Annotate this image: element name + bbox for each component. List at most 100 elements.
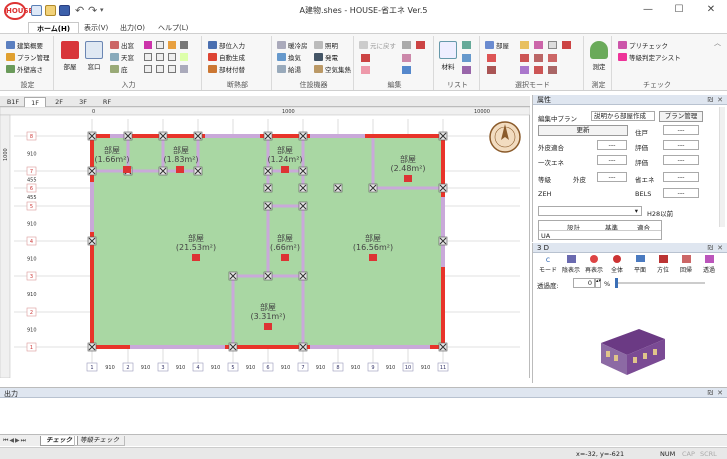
floor-plan-svg[interactable]: 0 1000 10000 1000 部屋 (1.66m²) 部屋 (1.83m²… — [0, 106, 531, 379]
undo-button[interactable]: 元に戻す — [359, 41, 396, 51]
tab-check[interactable]: チェック — [40, 436, 78, 446]
whole-button[interactable]: 全体 — [606, 255, 628, 274]
wall-node-icon[interactable] — [298, 131, 308, 141]
copy-icon[interactable] — [402, 41, 411, 49]
list-icon[interactable] — [462, 66, 471, 74]
select-icon[interactable] — [487, 54, 496, 62]
plan-manage-button[interactable]: プラン管理 — [659, 111, 703, 122]
shade-button[interactable]: 陰表示 — [560, 255, 582, 274]
wall-node-icon[interactable] — [298, 183, 308, 193]
wall-node-icon[interactable] — [263, 166, 273, 176]
eaves-button[interactable]: 庇 — [110, 65, 128, 75]
auto-generate-button[interactable]: 自動生成 — [208, 53, 245, 63]
tool-icon[interactable] — [144, 65, 152, 73]
tool-icon[interactable] — [168, 65, 176, 73]
move-icon[interactable] — [361, 54, 370, 62]
close-icon[interactable]: ✕ — [717, 244, 723, 252]
tool-icon[interactable] — [144, 53, 152, 61]
wall-node-icon[interactable] — [193, 131, 203, 141]
window-button[interactable]: 窓口 — [84, 41, 104, 71]
tool-icon[interactable] — [156, 41, 164, 49]
floor-tab-b1f[interactable]: B1F — [2, 97, 24, 107]
floor-tab-3f[interactable]: 3F — [72, 97, 94, 107]
redraw-button[interactable]: 再表示 — [583, 255, 605, 274]
select-icon[interactable] — [548, 54, 557, 62]
pin-icon[interactable]: ₪ — [708, 244, 714, 252]
wall-node-icon[interactable] — [158, 166, 168, 176]
replace-material-button[interactable]: 部材付替 — [208, 65, 245, 75]
wall-node-icon[interactable] — [87, 131, 97, 141]
hot-water-button[interactable]: 給湯 — [277, 65, 301, 75]
wall-height-button[interactable]: 外壁高さ — [6, 65, 43, 75]
transparency-input[interactable]: 0 — [573, 278, 595, 288]
select-icon[interactable] — [548, 41, 557, 49]
3d-house-model[interactable] — [593, 315, 673, 379]
air-heat-collection-button[interactable]: 空気集熱 — [314, 65, 351, 75]
select-icon[interactable] — [548, 66, 557, 74]
wall-node-icon[interactable] — [333, 183, 343, 193]
wall-node-icon[interactable] — [298, 201, 308, 211]
transparency-slider[interactable] — [615, 282, 705, 284]
wall-node-icon[interactable] — [298, 271, 308, 281]
transparency-spinner[interactable]: ▴▾ — [595, 278, 601, 288]
tool-icon[interactable] — [144, 41, 152, 49]
precheck-button[interactable]: プリチェック — [618, 41, 668, 51]
select-icon[interactable] — [534, 54, 543, 62]
wall-node-icon[interactable] — [298, 166, 308, 176]
wall-node-icon[interactable] — [228, 271, 238, 281]
tab-scroll-arrows[interactable]: ⏮◀▶⏭ — [3, 437, 27, 445]
select-icon[interactable] — [487, 66, 496, 74]
h28-select[interactable]: ▾ — [538, 206, 642, 216]
close-button[interactable]: ✕ — [700, 3, 722, 17]
select-icon[interactable] — [534, 66, 543, 74]
rotate-button[interactable]: 回帰 — [675, 255, 697, 274]
wall-node-icon[interactable] — [438, 183, 448, 193]
wall-node-icon[interactable] — [263, 183, 273, 193]
floor-tab-1f[interactable]: 1F — [24, 97, 46, 107]
floor-plan-canvas[interactable]: 0 1000 10000 1000 部屋 (1.66m²) 部屋 (1.83m²… — [0, 106, 531, 379]
bay-window-button[interactable]: 出窓 — [110, 41, 134, 51]
wall-node-icon[interactable] — [158, 131, 168, 141]
building-summary-button[interactable]: 建築概要 — [6, 41, 43, 51]
list-icon[interactable] — [462, 54, 471, 62]
rotate-icon[interactable] — [402, 54, 411, 62]
tool-icon[interactable] — [168, 53, 176, 61]
wall-node-icon[interactable] — [438, 131, 448, 141]
close-icon[interactable]: ✕ — [717, 389, 723, 397]
ribbon-collapse-icon[interactable]: ︿ — [714, 38, 721, 48]
wall-node-icon[interactable] — [263, 201, 273, 211]
wall-node-icon[interactable] — [193, 166, 203, 176]
select-icon[interactable] — [562, 41, 571, 49]
floor-tab-rf[interactable]: RF — [96, 97, 118, 107]
ventilation-button[interactable]: 換気 — [277, 53, 301, 63]
plan-view-button[interactable]: 平面 — [629, 255, 651, 274]
update-button[interactable]: 更新 — [538, 125, 628, 136]
tool-icon[interactable] — [180, 65, 188, 73]
grade-assist-button[interactable]: 等級判定アシスト — [618, 53, 681, 63]
maximize-button[interactable]: ☐ — [668, 3, 690, 17]
wall-node-icon[interactable] — [263, 131, 273, 141]
list-icon[interactable] — [462, 41, 471, 49]
tool-icon[interactable] — [156, 53, 164, 61]
mode-button[interactable]: c モード — [537, 255, 559, 274]
delete-icon[interactable] — [416, 41, 425, 49]
pin-icon[interactable]: ₪ — [708, 96, 714, 104]
wall-node-icon[interactable] — [87, 342, 97, 352]
power-generation-button[interactable]: 発電 — [314, 53, 338, 63]
compass-icon[interactable] — [489, 121, 521, 153]
select-icon[interactable] — [520, 54, 529, 62]
properties-scrollbar[interactable] — [719, 107, 725, 227]
eraser-icon[interactable] — [361, 66, 370, 74]
tool-icon[interactable] — [180, 41, 188, 49]
transparency-slider-thumb[interactable] — [615, 278, 618, 288]
wall-node-icon[interactable] — [298, 342, 308, 352]
wall-node-icon[interactable] — [263, 271, 273, 281]
select-room-button[interactable]: 部屋 — [485, 41, 509, 51]
edit-plan-select[interactable]: 説明から部屋作成 — [591, 111, 655, 121]
material-list-button[interactable]: 材料 — [439, 41, 457, 71]
tool-icon[interactable] — [180, 53, 188, 61]
wall-node-icon[interactable] — [438, 236, 448, 246]
select-icon[interactable] — [520, 41, 529, 49]
orientation-button[interactable]: 方位 — [652, 255, 674, 274]
heating-cooling-button[interactable]: 暖冷房 — [277, 41, 308, 51]
